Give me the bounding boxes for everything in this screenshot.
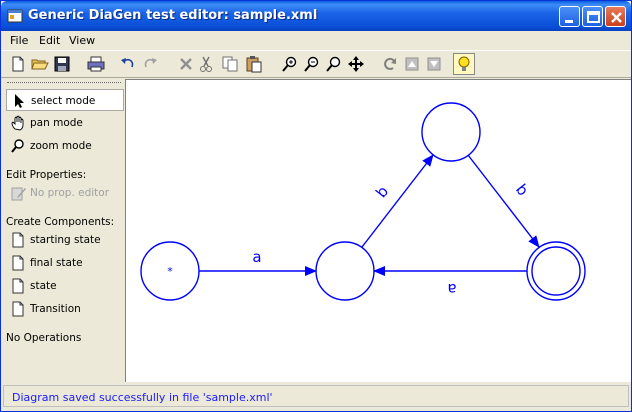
component-label: Transition bbox=[30, 303, 81, 315]
print-icon[interactable] bbox=[87, 55, 105, 73]
maximize-button[interactable] bbox=[582, 6, 603, 27]
app-window: Generic DiaGen test editor: sample.xml F… bbox=[0, 0, 632, 412]
select-mode-button[interactable]: select mode bbox=[6, 89, 124, 111]
middle-state[interactable] bbox=[315, 241, 375, 301]
diagram-svg[interactable]: * a b b a bbox=[126, 80, 631, 382]
delete-icon[interactable] bbox=[177, 55, 195, 73]
top-state[interactable] bbox=[421, 102, 481, 162]
zoom-mode-button[interactable]: zoom mode bbox=[6, 135, 124, 157]
pan-mode-button[interactable]: pan mode bbox=[6, 112, 124, 134]
transition-b-left[interactable] bbox=[361, 154, 434, 248]
component-label: state bbox=[30, 280, 57, 292]
maximize-icon bbox=[587, 11, 600, 23]
component-label: final state bbox=[30, 257, 83, 269]
status-message: Diagram saved successfully in file 'samp… bbox=[12, 391, 273, 404]
final-state-outer[interactable] bbox=[526, 241, 586, 301]
edge-label-b-right: b bbox=[512, 181, 532, 200]
component-state[interactable]: state bbox=[6, 275, 124, 297]
edge-label-a-bottom: a bbox=[447, 280, 456, 298]
minimize-button[interactable] bbox=[559, 6, 580, 27]
hand-icon bbox=[11, 115, 24, 131]
lightbulb-icon bbox=[458, 56, 470, 71]
start-marker: * bbox=[167, 265, 173, 278]
zoom-in-icon[interactable] bbox=[281, 55, 299, 73]
component-label: starting state bbox=[30, 234, 101, 246]
paste-icon[interactable] bbox=[245, 55, 263, 73]
component-transition[interactable]: Transition bbox=[6, 298, 124, 320]
new-file-icon[interactable] bbox=[9, 55, 27, 73]
document-icon bbox=[12, 301, 24, 317]
sidebar-divider bbox=[7, 82, 121, 83]
redo-icon[interactable] bbox=[141, 55, 159, 73]
open-folder-icon[interactable] bbox=[31, 55, 49, 73]
edge-label-b-left: b bbox=[372, 183, 392, 202]
document-icon bbox=[12, 255, 24, 271]
save-icon[interactable] bbox=[53, 55, 71, 73]
close-icon bbox=[611, 12, 622, 23]
diagram-canvas[interactable]: * a b b a bbox=[125, 79, 631, 382]
operations-label: No Operations bbox=[6, 332, 82, 344]
zoom-reset-icon[interactable] bbox=[325, 55, 343, 73]
undo-icon[interactable] bbox=[119, 55, 137, 73]
layout-down-icon[interactable] bbox=[425, 55, 443, 73]
select-mode-label: select mode bbox=[31, 95, 96, 107]
menu-file[interactable]: File bbox=[10, 34, 28, 47]
menu-view[interactable]: View bbox=[69, 34, 95, 47]
window-title: Generic DiaGen test editor: sample.xml bbox=[28, 8, 318, 23]
zoom-out-icon[interactable] bbox=[303, 55, 321, 73]
cut-icon[interactable] bbox=[197, 55, 215, 73]
layout-up-icon[interactable] bbox=[403, 55, 421, 73]
title-bar[interactable]: Generic DiaGen test editor: sample.xml bbox=[1, 1, 631, 31]
app-icon bbox=[7, 9, 23, 23]
hint-button[interactable] bbox=[453, 53, 475, 75]
copy-icon[interactable] bbox=[221, 55, 239, 73]
sidebar: select mode pan mode zoom mode Edit Prop… bbox=[3, 79, 125, 383]
pan-mode-label: pan mode bbox=[30, 117, 83, 129]
magnifier-icon bbox=[11, 139, 24, 153]
transition-b-right[interactable] bbox=[467, 154, 540, 248]
edit-document-icon bbox=[11, 187, 26, 201]
fit-view-icon[interactable] bbox=[347, 55, 365, 73]
refresh-icon[interactable] bbox=[381, 55, 399, 73]
final-state-inner bbox=[531, 246, 581, 296]
menu-bar: File Edit View bbox=[1, 31, 631, 49]
pointer-icon bbox=[15, 94, 24, 108]
edit-properties-label: Edit Properties: bbox=[6, 169, 87, 181]
no-prop-editor-label: No prop. editor bbox=[30, 187, 110, 199]
toolbar bbox=[1, 50, 631, 78]
no-prop-editor-item: No prop. editor bbox=[6, 182, 124, 204]
component-final-state[interactable]: final state bbox=[6, 252, 124, 274]
menu-edit[interactable]: Edit bbox=[39, 34, 60, 47]
zoom-mode-label: zoom mode bbox=[30, 140, 92, 152]
document-icon bbox=[12, 278, 24, 294]
close-button[interactable] bbox=[605, 6, 626, 27]
document-icon bbox=[12, 232, 24, 248]
status-bar: Diagram saved successfully in file 'samp… bbox=[3, 385, 629, 407]
minimize-icon bbox=[565, 20, 573, 23]
edge-label-a-top: a bbox=[252, 248, 261, 266]
component-starting-state[interactable]: starting state bbox=[6, 229, 124, 251]
create-components-label: Create Components: bbox=[6, 216, 115, 228]
